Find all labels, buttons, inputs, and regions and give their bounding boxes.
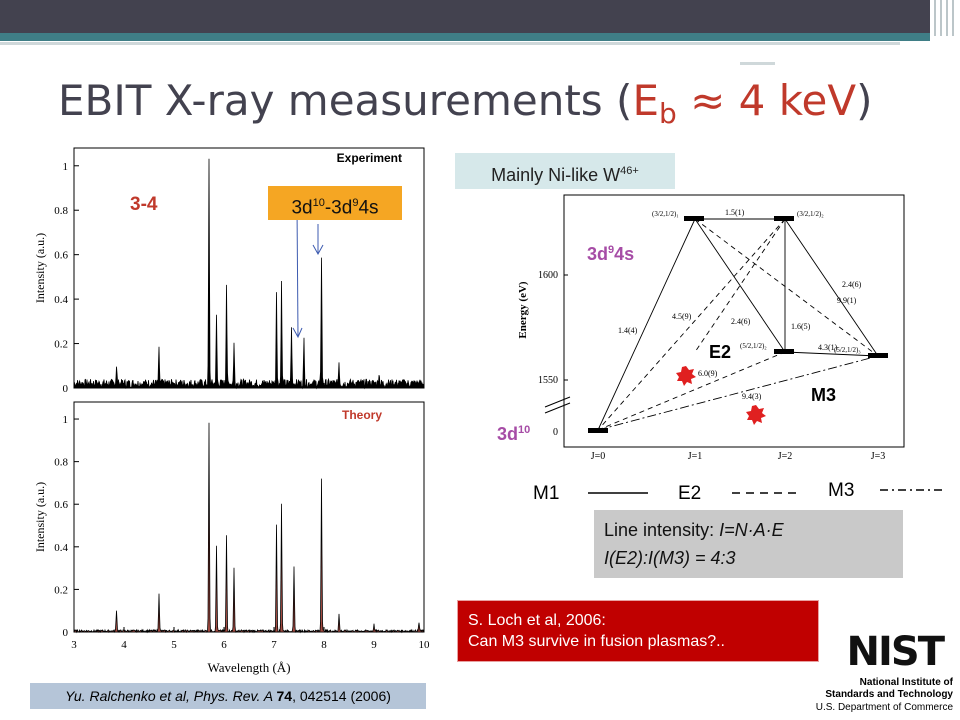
level-label: (3/2,1/2)₂ [797,210,824,218]
spectrum-figure: Experiment Theory Intensity (a.u.) Inten… [30,140,430,685]
transition-label: 9.9(1) [837,296,857,305]
xlabel: Wavelength (Å) [207,660,290,675]
loch-box: S. Loch et al, 2006: Can M3 survive in f… [457,600,819,662]
transition-label: 2.4(6) [842,280,862,289]
theory-spectrum [73,422,425,634]
xtick: J=3 [871,451,886,462]
tick-label: 0.2 [54,584,68,596]
nist-wordmark: NIST [846,629,945,675]
level-label: (5/2,1/2)₃ [834,346,861,354]
citation-box: Yu. Ralchenko et al, Phys. Rev. A 74, 04… [30,683,426,709]
spectrum-svg: Experiment Theory Intensity (a.u.) Inten… [33,147,431,675]
xtick: J=1 [688,451,703,462]
divider [0,42,900,45]
tick-label: 0.6 [54,250,68,262]
tick-label: 0.6 [54,499,68,511]
intensity-box: Line intensity: I=N·A·E I(E2):I(M3) = 4:… [594,510,903,578]
label-3d10: 3d10 [497,424,531,444]
tick-label: 1 [63,414,69,426]
transition-label: 2.4(6) [731,317,751,326]
label-3d94s: 3d94s [587,244,635,264]
ylabel-top: Intensity (a.u.) [33,233,47,303]
ytick: 1550 [538,375,558,386]
star-icon [676,366,696,386]
level-diagram: Energy (eV) 1600 1550 0 J=0 J=1 J=2 J=3 … [517,194,905,462]
experiment-label: Experiment [337,151,402,165]
tick-label: 0.4 [54,542,68,554]
tick-label: 1 [63,161,69,173]
tick-label: 5 [171,639,177,651]
legend-e2: E2 [678,483,702,504]
title-bar [0,0,930,33]
tick-label: 7 [271,639,277,651]
label-m3: M3 [811,385,837,405]
label-e2: E2 [709,342,732,362]
arrow [296,205,299,337]
level-label: (3/2,1/2)₁ [652,210,679,218]
star-icon [746,405,766,425]
ni-like-box: Mainly Ni-like W46+ [455,153,675,189]
transition-label: 6.0(9) [698,369,718,378]
level-bar [868,353,888,358]
level-bar [774,216,794,221]
tick-label: 0.2 [54,339,68,351]
tick-label: 0.4 [54,294,68,306]
tick-label: 6 [221,639,227,651]
theory-label: Theory [342,408,382,422]
transition-label-box: 3d10-3d94s [268,186,402,220]
energy-ylabel: Energy (eV) [517,281,529,338]
legend-e2-line [732,492,796,494]
tick-label: 3 [71,639,77,651]
tick-label: 10 [419,639,431,651]
tick-label: 0 [63,627,69,639]
divider [740,62,775,65]
accent-band [0,33,930,41]
legend-m3: M3 [828,480,855,501]
legend-m1-line [588,492,648,494]
level-bar [774,349,794,354]
transition-label: 4.3(1) [818,343,838,352]
tick-label: 0.8 [54,457,68,469]
tick-label: 8 [321,639,327,651]
tick-label: 0.8 [54,205,68,217]
level-bar [684,216,704,221]
transition-label: 4.5(9) [672,312,692,321]
level-bar [588,428,608,433]
ytick: 0 [553,427,558,438]
ylabel-bottom: Intensity (a.u.) [33,482,47,552]
ytick: 1600 [538,270,558,281]
label-3-4: 3-4 [130,194,158,215]
transition-label: 9.4(3) [742,392,762,401]
legend-m1: M1 [533,483,560,504]
transition-label: 1.6(5) [791,322,811,331]
slide-title: EBIT X-ray measurements (Eb ≈ 4 keV) [58,76,873,130]
legend-m3-line [880,489,946,491]
xtick: J=0 [591,451,606,462]
tick-label: 9 [371,639,377,651]
transition-label: 1.5(1) [725,208,745,217]
nist-logo: NIST National Institute of Standards and… [815,629,953,713]
decorative-bars [930,0,960,42]
transition-label: 1.4(4) [618,326,638,335]
tick-label: 0 [63,383,69,395]
level-label: (5/2,1/2)₂ [740,342,767,350]
xtick: J=2 [778,451,793,462]
tick-label: 4 [121,639,127,651]
